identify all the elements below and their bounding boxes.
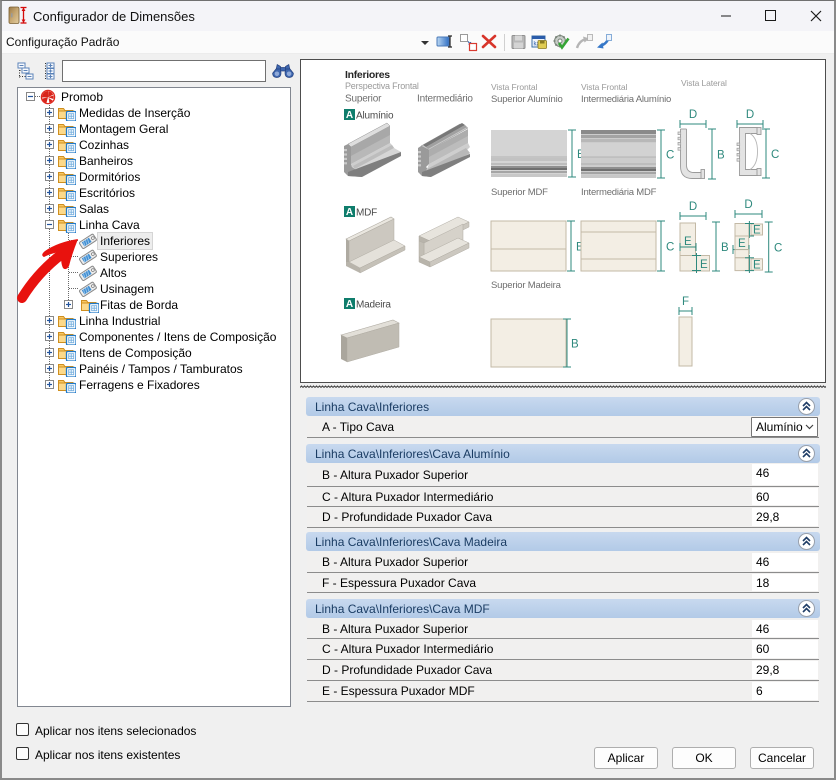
svg-text:Superior Madeira: Superior Madeira: [491, 280, 562, 291]
svg-text:D: D: [744, 199, 752, 211]
svg-text:Intermediária MDF: Intermediária MDF: [581, 187, 657, 198]
svg-text:E: E: [700, 259, 708, 271]
svg-text:A: A: [346, 110, 353, 121]
svg-text:Intermediária Alumínio: Intermediária Alumínio: [581, 94, 671, 105]
svg-text:C: C: [774, 243, 782, 255]
svg-text:E: E: [684, 236, 692, 248]
svg-text:A: A: [346, 207, 353, 218]
svg-text:B: B: [721, 242, 729, 254]
svg-text:Alumínio: Alumínio: [356, 111, 394, 122]
svg-text:E: E: [753, 260, 761, 272]
svg-text:E: E: [753, 225, 761, 237]
svg-text:MDF: MDF: [356, 208, 377, 219]
svg-text:Superior: Superior: [345, 94, 382, 105]
svg-text:Vista Lateral: Vista Lateral: [681, 78, 727, 88]
svg-text:D: D: [689, 201, 697, 213]
svg-text:A: A: [346, 299, 353, 310]
svg-text:B: B: [717, 150, 725, 162]
svg-text:Intermediário: Intermediário: [417, 94, 473, 105]
svg-text:B: B: [571, 339, 579, 351]
svg-text:C: C: [666, 150, 674, 162]
svg-text:D: D: [746, 109, 754, 121]
svg-text:Inferiores: Inferiores: [345, 69, 390, 81]
svg-text:D: D: [689, 109, 697, 121]
svg-text:Vista Frontal: Vista Frontal: [491, 82, 537, 92]
svg-text:E: E: [738, 238, 746, 250]
svg-text:Superior Alumínio: Superior Alumínio: [491, 94, 563, 105]
svg-text:C: C: [666, 242, 674, 254]
svg-text:F: F: [682, 296, 689, 308]
svg-text:C: C: [771, 149, 779, 161]
svg-text:Superior MDF: Superior MDF: [491, 187, 548, 198]
svg-text:Vista Frontal: Vista Frontal: [581, 82, 627, 92]
svg-text:Perspectiva Frontal: Perspectiva Frontal: [345, 81, 419, 91]
svg-text:Madeira: Madeira: [356, 300, 391, 311]
